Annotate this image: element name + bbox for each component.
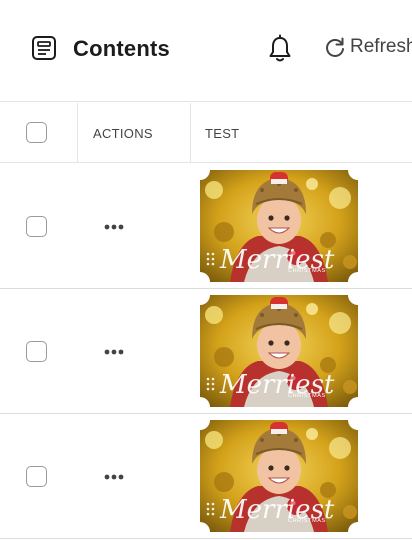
christmas-card-thumbnail[interactable]: Merriest CHRISTMAS (200, 295, 358, 407)
more-actions-icon[interactable] (103, 466, 125, 488)
row-checkbox[interactable] (26, 341, 47, 362)
refresh-icon (326, 37, 344, 57)
document-icon (32, 36, 56, 60)
test-column-label: TEST (205, 126, 240, 141)
table-row: Merriest CHRISTMAS (0, 164, 412, 289)
select-all-checkbox[interactable] (26, 122, 47, 143)
table-header: ACTIONS TEST (0, 103, 412, 163)
table-row: Merriest CHRISTMAS (0, 289, 412, 414)
refresh-label: Refresh (350, 36, 412, 57)
more-actions-icon[interactable] (103, 341, 125, 363)
row-checkbox[interactable] (26, 466, 47, 487)
refresh-button[interactable]: Refresh (324, 36, 412, 58)
actions-column-label: ACTIONS (93, 126, 153, 141)
select-column-header (0, 103, 78, 163)
christmas-card-thumbnail[interactable]: Merriest CHRISTMAS (200, 170, 358, 282)
card-caption-text: CHRISTMAS (288, 268, 326, 274)
more-actions-icon[interactable] (103, 216, 125, 238)
bell-icon[interactable] (266, 34, 294, 64)
card-caption-text: CHRISTMAS (288, 518, 326, 524)
row-checkbox[interactable] (26, 216, 47, 237)
table-row: Merriest CHRISTMAS (0, 414, 412, 539)
page-header: Contents Refresh (0, 0, 412, 102)
card-caption-text: CHRISTMAS (288, 393, 326, 399)
actions-column-header: ACTIONS (78, 103, 191, 163)
page-title: Contents (73, 36, 170, 61)
christmas-card-thumbnail[interactable]: Merriest CHRISTMAS (200, 420, 358, 532)
test-column-header[interactable]: TEST (191, 103, 412, 163)
